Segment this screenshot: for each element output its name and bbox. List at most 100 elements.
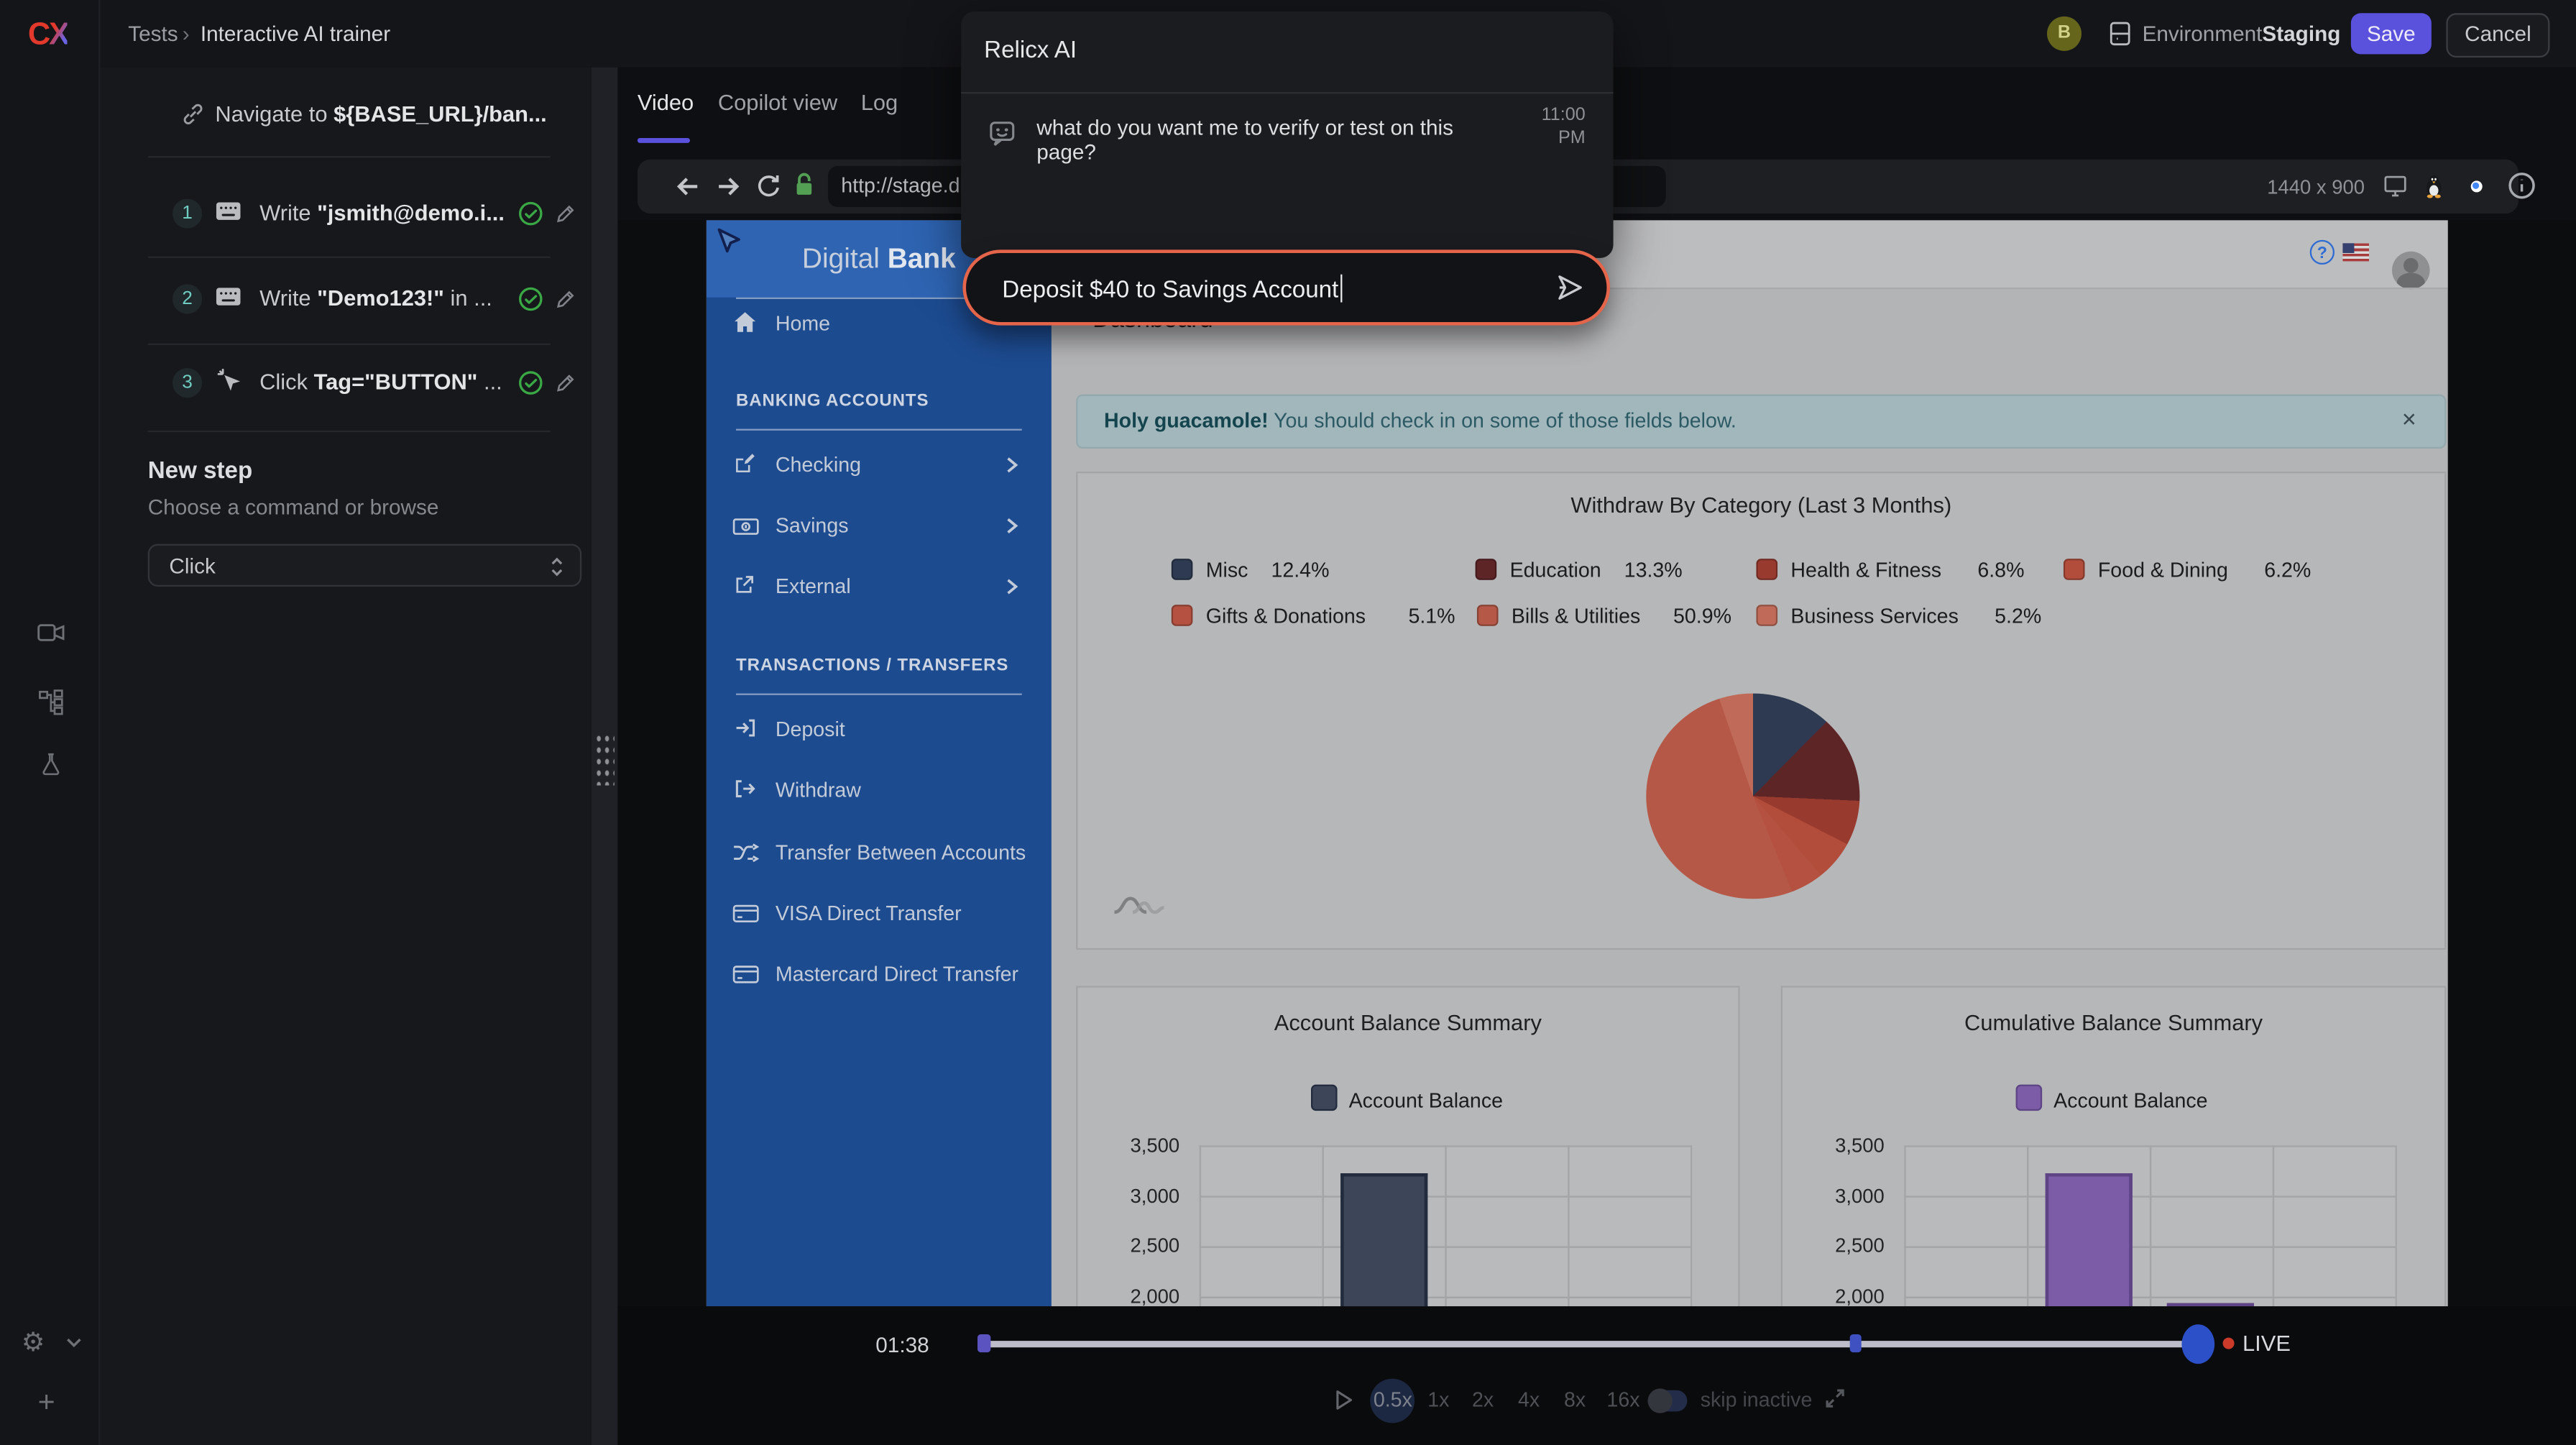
edit-square-icon	[732, 452, 757, 475]
cx-logo[interactable]: CX	[28, 18, 68, 54]
chevron-down-icon[interactable]	[64, 1334, 83, 1351]
legend-item[interactable]: Account Balance	[1311, 1085, 1503, 1116]
speed-1x[interactable]: 1x	[1427, 1388, 1449, 1411]
timeline-track[interactable]	[983, 1341, 2209, 1347]
command-select[interactable]: Click	[148, 544, 581, 587]
bank-section-transactions: TRANSACTIONS / TRANSFERS	[736, 656, 1008, 675]
y-tick: 2,500	[1786, 1234, 1885, 1257]
forward-icon[interactable]	[714, 173, 742, 201]
tab-log[interactable]: Log	[861, 91, 898, 115]
breadcrumb-separator: ›	[183, 22, 190, 46]
profile-photo[interactable]	[2392, 252, 2430, 290]
panel-resize-handle[interactable]	[592, 68, 618, 1445]
bank-nav-label: Deposit	[776, 718, 845, 741]
divider	[148, 431, 551, 432]
legend-item[interactable]: Food & Dining6.2%	[2064, 556, 2312, 579]
playback-time: 01:38	[875, 1333, 929, 1357]
us-flag-icon[interactable]	[2342, 243, 2369, 261]
legend-item[interactable]: Health & Fitness6.8%	[1756, 556, 2024, 579]
new-step-title: New step	[148, 459, 253, 485]
video-camera-icon[interactable]	[36, 620, 65, 646]
timeline-start-handle[interactable]	[978, 1334, 990, 1352]
bank-section-accounts: BANKING ACCOUNTS	[736, 391, 929, 410]
sign-out-icon	[732, 777, 757, 800]
info-icon[interactable]	[2507, 171, 2536, 201]
legend-swatch	[1756, 605, 1777, 626]
legend-item[interactable]: Account Balance	[2016, 1085, 2208, 1116]
bank-nav-deposit[interactable]: Deposit	[707, 708, 1052, 751]
user-avatar[interactable]: B	[2047, 17, 2082, 51]
bar-plot[interactable]	[1200, 1145, 1693, 1306]
speed-8x[interactable]: 8x	[1564, 1388, 1586, 1411]
play-icon[interactable]	[1334, 1388, 1353, 1411]
save-button[interactable]: Save	[2351, 13, 2432, 54]
step-label: Click Tag="BUTTON" ...	[259, 370, 502, 394]
bar-plot[interactable]	[1904, 1145, 2397, 1306]
check-circle-icon	[518, 286, 544, 313]
legend-item[interactable]: Business Services5.2%	[1756, 602, 2041, 625]
speed-2x[interactable]: 2x	[1472, 1388, 1494, 1411]
breadcrumb-tests[interactable]: Tests	[128, 22, 178, 46]
step-row-1[interactable]: 1 Write "jsmith@demo.i...	[100, 157, 591, 256]
step-navigate[interactable]: Navigate to ${BASE_URL}/ban...	[100, 79, 591, 156]
bar[interactable]	[2045, 1173, 2132, 1306]
environment-value[interactable]: Staging	[2262, 22, 2340, 46]
reload-icon[interactable]	[755, 173, 782, 199]
bank-nav-transfer-between[interactable]: Transfer Between Accounts	[707, 832, 1052, 874]
keyboard-icon	[215, 201, 242, 222]
pie-chart[interactable]	[1646, 694, 1859, 899]
legend-item[interactable]: Misc12.4%	[1172, 556, 1330, 579]
step-row-3[interactable]: 3 Click Tag="BUTTON" ...	[100, 345, 591, 431]
bank-nav-label: Checking	[776, 454, 861, 477]
page-help-icon[interactable]: ?	[2310, 240, 2334, 265]
legend-swatch	[1756, 559, 1777, 580]
bank-nav-visa-transfer[interactable]: VISA Direct Transfer	[707, 892, 1052, 935]
skip-inactive-toggle[interactable]	[1648, 1390, 1688, 1412]
bar-chart-title: Account Balance Summary	[1077, 1011, 1738, 1035]
timeline-marker[interactable]	[1850, 1334, 1862, 1352]
link-icon	[180, 102, 205, 127]
tab-video[interactable]: Video	[638, 91, 694, 115]
test-steps-panel: Navigate to ${BASE_URL}/ban... 1 Write "…	[100, 68, 591, 1445]
active-tab-indicator	[638, 138, 690, 143]
bank-nav-mastercard-transfer[interactable]: Mastercard Direct Transfer	[707, 953, 1052, 996]
monitor-icon[interactable]	[2382, 173, 2409, 199]
ai-input-field[interactable]: Deposit $40 to Savings Account	[962, 249, 1610, 325]
bank-nav-checking[interactable]: Checking	[707, 444, 1052, 486]
bank-nav-external[interactable]: External	[707, 565, 1052, 607]
tab-copilot-view[interactable]: Copilot view	[718, 91, 837, 115]
add-icon[interactable]: +	[38, 1385, 55, 1420]
edit-pencil-icon[interactable]	[553, 288, 576, 311]
environment-label: Environment	[2143, 22, 2263, 46]
cancel-button[interactable]: Cancel	[2446, 13, 2549, 58]
bank-sidebar: Digital Bank Home BANKING ACCOUNTS Check…	[707, 220, 1052, 1306]
timeline-playhead[interactable]	[2181, 1324, 2214, 1364]
sitemap-icon[interactable]	[36, 687, 65, 716]
fullscreen-icon[interactable]	[1823, 1387, 1846, 1410]
edit-pencil-icon[interactable]	[553, 372, 576, 395]
bank-nav-savings[interactable]: Savings	[707, 505, 1052, 547]
legend-item[interactable]: Bills & Utilities50.9%	[1477, 602, 1731, 625]
bank-nav-label: Mastercard Direct Transfer	[776, 963, 1018, 986]
y-tick: 2,000	[1081, 1285, 1179, 1307]
legend-item[interactable]: Gifts & Donations5.1%	[1172, 602, 1455, 625]
live-label: LIVE	[2242, 1331, 2291, 1355]
bank-nav-withdraw[interactable]: Withdraw	[707, 769, 1052, 812]
send-icon[interactable]	[1554, 272, 1585, 302]
speed-4x[interactable]: 4x	[1518, 1388, 1540, 1411]
alert-close-icon[interactable]: ×	[2402, 406, 2416, 434]
back-icon[interactable]	[673, 173, 702, 201]
speed-16x[interactable]: 16x	[1606, 1388, 1639, 1411]
bar-chart-title: Cumulative Balance Summary	[1782, 1011, 2444, 1035]
video-frame[interactable]: Digital Bank Home BANKING ACCOUNTS Check…	[617, 220, 2576, 1306]
speed-0-5x[interactable]: 0.5x	[1374, 1388, 1412, 1411]
keyboard-icon	[215, 286, 242, 308]
step-row-2[interactable]: 2 Write "Demo123!" in ...	[100, 258, 591, 344]
pie-chart-title: Withdraw By Category (Last 3 Months)	[1077, 493, 2444, 518]
legend-item[interactable]: Education13.3%	[1476, 556, 1683, 579]
flask-icon[interactable]	[38, 749, 65, 779]
bar[interactable]	[1340, 1173, 1427, 1306]
edit-pencil-icon[interactable]	[553, 202, 576, 225]
linux-icon[interactable]	[2423, 173, 2444, 199]
gear-icon[interactable]: ⚙	[22, 1326, 45, 1357]
